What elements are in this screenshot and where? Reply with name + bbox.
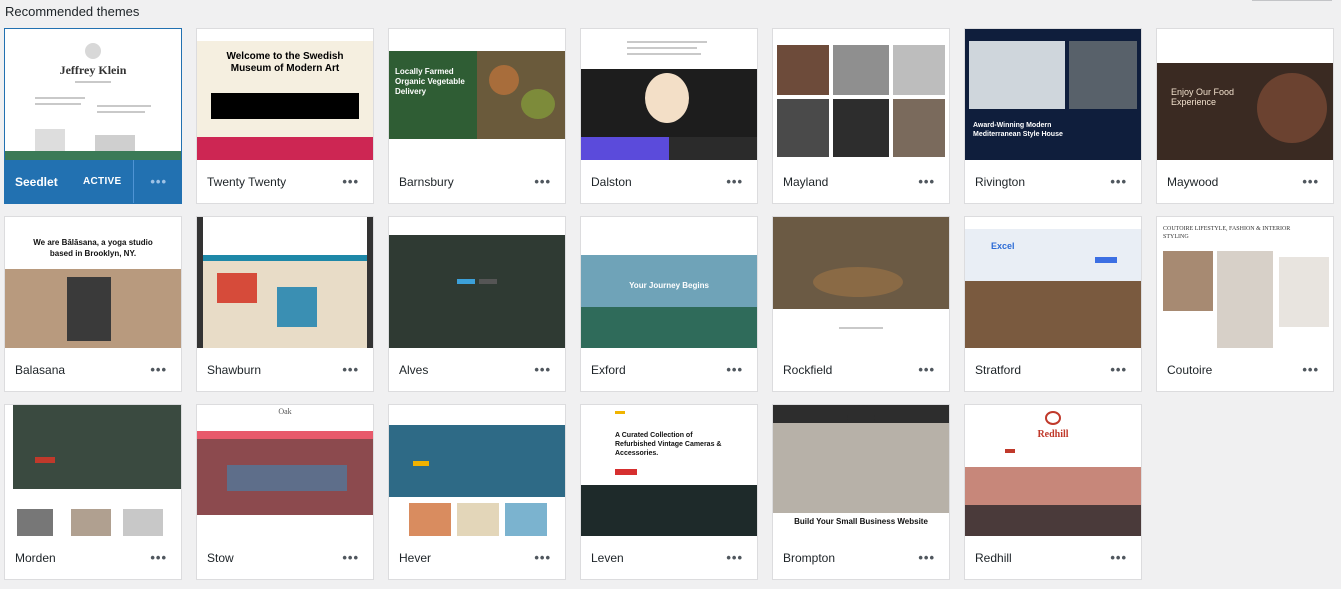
more-options-icon[interactable]: ••• <box>342 362 359 377</box>
theme-name: Maywood <box>1167 175 1219 189</box>
active-badge: ACTIVE <box>83 176 122 187</box>
more-options-icon[interactable]: ••• <box>1302 362 1319 377</box>
divider <box>1252 0 1332 1</box>
theme-card-twenty-twenty[interactable]: Welcome to the Swedish Museum of Modern … <box>196 28 374 204</box>
theme-screenshot[interactable] <box>581 29 757 160</box>
theme-card-coutoire[interactable]: COUTOIRE LIFESTYLE, FASHION & INTERIOR S… <box>1156 216 1334 392</box>
theme-card-redhill[interactable]: Redhill Redhill ••• <box>964 404 1142 580</box>
theme-screenshot[interactable]: Your Journey Begins <box>581 217 757 348</box>
theme-card-stratford[interactable]: Excel Stratford ••• <box>964 216 1142 392</box>
theme-screenshot[interactable]: Redhill <box>965 405 1141 536</box>
theme-name: Exford <box>591 363 626 377</box>
theme-name: Twenty Twenty <box>207 175 287 189</box>
theme-card-exford[interactable]: Your Journey Begins Exford ••• <box>580 216 758 392</box>
theme-card-mayland[interactable]: Mayland ••• <box>772 28 950 204</box>
theme-card-rockfield[interactable]: Rockfield ••• <box>772 216 950 392</box>
theme-name: Redhill <box>975 551 1012 565</box>
more-options-icon[interactable]: ••• <box>918 174 935 189</box>
more-options-icon[interactable]: ••• <box>1110 550 1127 565</box>
more-options-icon[interactable]: ••• <box>1302 174 1319 189</box>
theme-screenshot[interactable]: Locally Farmed Organic Vegetable Deliver… <box>389 29 565 160</box>
more-options-icon[interactable]: ••• <box>726 362 743 377</box>
theme-screenshot[interactable]: Welcome to the Swedish Museum of Modern … <box>197 29 373 160</box>
theme-name: Brompton <box>783 551 836 565</box>
theme-screenshot[interactable] <box>773 29 949 160</box>
theme-card-stow[interactable]: Oak Stow ••• <box>196 404 374 580</box>
more-options-icon[interactable]: ••• <box>150 362 167 377</box>
theme-name: Mayland <box>783 175 829 189</box>
section-header: Recommended themes <box>0 0 1341 28</box>
more-options-icon[interactable]: ••• <box>918 550 935 565</box>
theme-name: Rivington <box>975 175 1026 189</box>
theme-name: Barnsbury <box>399 175 454 189</box>
theme-screenshot[interactable]: We are Bālāsana, a yoga studio based in … <box>5 217 181 348</box>
theme-card-alves[interactable]: Alves ••• <box>388 216 566 392</box>
more-options-icon[interactable]: ••• <box>726 550 743 565</box>
theme-card-rivington[interactable]: Award-Winning Modern Mediterranean Style… <box>964 28 1142 204</box>
theme-name: Alves <box>399 363 429 377</box>
theme-screenshot[interactable]: Excel <box>965 217 1141 348</box>
theme-name: Dalston <box>591 175 632 189</box>
more-options-icon[interactable]: ••• <box>150 550 167 565</box>
theme-name: Morden <box>15 551 56 565</box>
theme-screenshot[interactable] <box>197 217 373 348</box>
theme-name: Hever <box>399 551 432 565</box>
theme-card-dalston[interactable]: Dalston ••• <box>580 28 758 204</box>
theme-screenshot[interactable]: Oak <box>197 405 373 536</box>
theme-name: Stratford <box>975 363 1022 377</box>
theme-screenshot[interactable] <box>389 217 565 348</box>
theme-name: Seedlet <box>15 175 58 189</box>
theme-name: Coutoire <box>1167 363 1213 377</box>
theme-screenshot[interactable] <box>773 217 949 348</box>
theme-name: Leven <box>591 551 624 565</box>
more-options-icon[interactable]: ••• <box>1110 362 1127 377</box>
more-options-icon[interactable]: ••• <box>342 550 359 565</box>
theme-card-shawburn[interactable]: Shawburn ••• <box>196 216 374 392</box>
theme-screenshot[interactable]: Build Your Small Business Website <box>773 405 949 536</box>
more-options-icon[interactable]: ••• <box>1110 174 1127 189</box>
section-title: Recommended themes <box>5 4 140 19</box>
more-options-icon[interactable]: ••• <box>534 362 551 377</box>
theme-card-seedlet[interactable]: Jeffrey Klein Seedlet ACTIVE ••• <box>4 28 182 204</box>
more-options-icon[interactable]: ••• <box>534 550 551 565</box>
more-options-icon[interactable]: ••• <box>726 174 743 189</box>
theme-card-leven[interactable]: A Curated Collection of Refurbished Vint… <box>580 404 758 580</box>
more-options-icon[interactable]: ••• <box>534 174 551 189</box>
theme-screenshot[interactable] <box>389 405 565 536</box>
theme-card-balasana[interactable]: We are Bālāsana, a yoga studio based in … <box>4 216 182 392</box>
theme-screenshot[interactable] <box>5 405 181 536</box>
theme-card-brompton[interactable]: Build Your Small Business Website Brompt… <box>772 404 950 580</box>
theme-card-morden[interactable]: Morden ••• <box>4 404 182 580</box>
theme-screenshot[interactable]: Enjoy Our Food Experience <box>1157 29 1333 160</box>
more-options-icon[interactable]: ••• <box>342 174 359 189</box>
theme-card-hever[interactable]: Hever ••• <box>388 404 566 580</box>
more-options-icon[interactable]: ••• <box>150 174 167 189</box>
theme-screenshot[interactable]: Jeffrey Klein <box>5 29 181 160</box>
theme-card-maywood[interactable]: Enjoy Our Food Experience Maywood ••• <box>1156 28 1334 204</box>
theme-screenshot[interactable]: Award-Winning Modern Mediterranean Style… <box>965 29 1141 160</box>
theme-card-barnsbury[interactable]: Locally Farmed Organic Vegetable Deliver… <box>388 28 566 204</box>
theme-name: Balasana <box>15 363 66 377</box>
theme-name: Shawburn <box>207 363 262 377</box>
theme-name: Stow <box>207 551 234 565</box>
theme-screenshot[interactable]: A Curated Collection of Refurbished Vint… <box>581 405 757 536</box>
more-options-icon[interactable]: ••• <box>918 362 935 377</box>
theme-screenshot[interactable]: COUTOIRE LIFESTYLE, FASHION & INTERIOR S… <box>1157 217 1333 348</box>
theme-name: Rockfield <box>783 363 833 377</box>
